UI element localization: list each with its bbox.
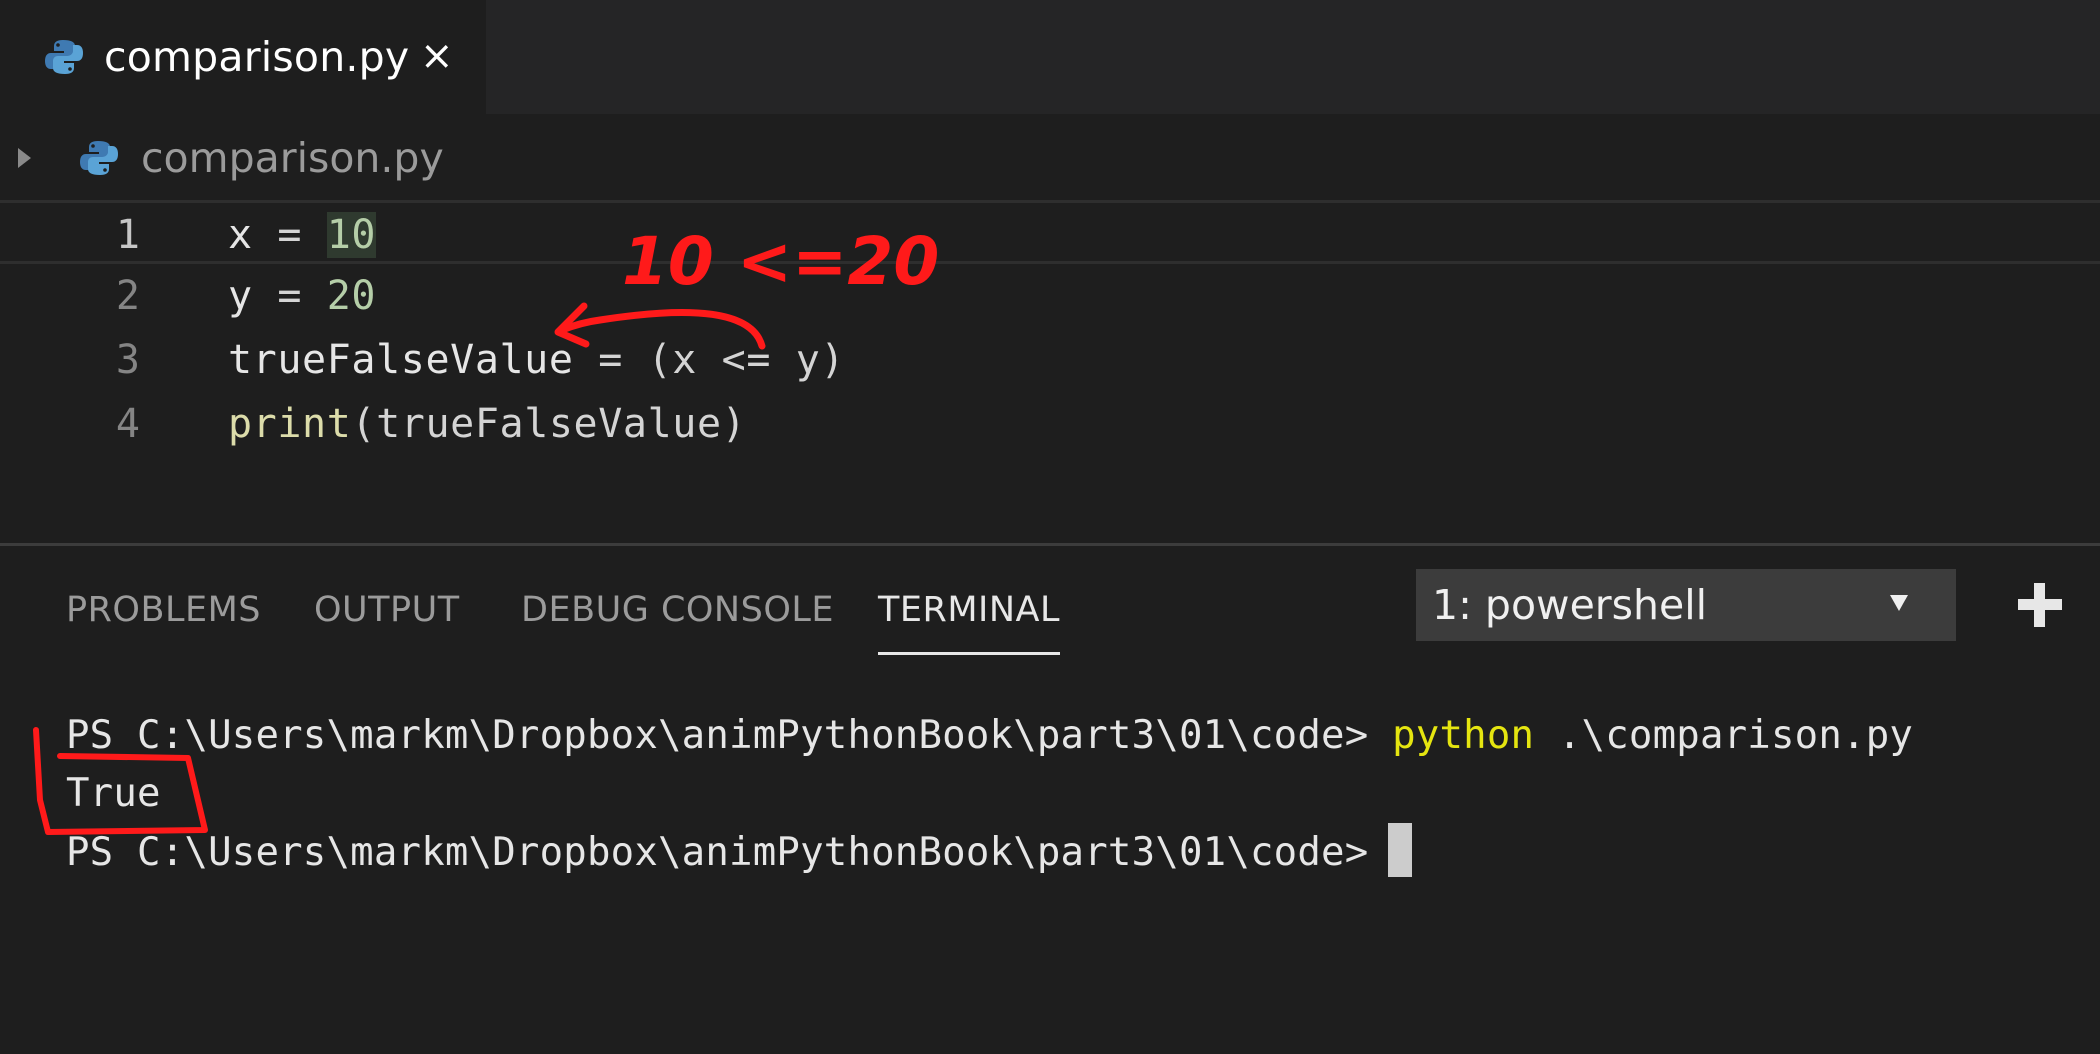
code-token-expression: = (x <= y) [573, 337, 846, 383]
chevron-down-icon[interactable] [1890, 595, 1908, 611]
code-token-operator: = [252, 212, 327, 258]
line-number: 2 [115, 273, 140, 319]
code-token-operator: = [252, 273, 327, 319]
terminal-output: True [66, 771, 161, 816]
tab-comparison-py[interactable]: comparison.py × [0, 0, 486, 114]
line-number: 1 [115, 212, 140, 258]
code-text[interactable]: x = 10 [228, 203, 377, 267]
code-line-3[interactable]: 3 trueFalseValue = (x <= y) [0, 328, 2100, 392]
tab-debug-console[interactable]: DEBUG CONSOLE [521, 580, 834, 640]
code-token-variable: x [228, 212, 253, 258]
breadcrumb[interactable]: comparison.py [0, 128, 444, 188]
terminal-selector-value: 1: powershell [1432, 581, 1708, 629]
close-icon[interactable]: × [420, 32, 454, 80]
code-line-1[interactable]: 1 x = 10 [0, 200, 2100, 264]
tab-label: comparison.py [104, 33, 410, 81]
terminal-prompt: PS C:\Users\markm\Dropbox\animPythonBook… [66, 713, 1369, 758]
code-token-variable: trueFalseValue [228, 337, 574, 383]
tab-terminal[interactable]: TERMINAL [878, 580, 1060, 655]
code-token-number: 10 [326, 212, 377, 258]
terminal-command-arg: .\comparison.py [1534, 713, 1914, 758]
code-token-function: print [228, 401, 352, 447]
terminal-selector[interactable]: 1: powershell [1416, 569, 1956, 641]
tab-problems[interactable]: PROBLEMS [66, 580, 261, 640]
panel-divider [0, 543, 2100, 546]
chevron-right-icon[interactable] [18, 148, 31, 168]
terminal-cursor [1388, 823, 1413, 877]
code-text[interactable]: trueFalseValue = (x <= y) [228, 328, 845, 392]
code-token-arguments: (trueFalseValue) [351, 401, 747, 447]
line-number: 4 [115, 401, 140, 447]
terminal-line-command: PS C:\Users\markm\Dropbox\animPythonBook… [66, 707, 1913, 765]
code-line-2[interactable]: 2 y = 20 [0, 264, 2100, 328]
line-number: 3 [115, 337, 140, 383]
code-text[interactable]: print(trueFalseValue) [228, 392, 746, 456]
code-line-4[interactable]: 4 print(trueFalseValue) [0, 392, 2100, 456]
code-editor[interactable]: 1 x = 10 2 y = 20 3 trueFalseValue = (x … [0, 200, 2100, 540]
terminal-command: python [1392, 713, 1535, 758]
terminal-line-prompt[interactable]: PS C:\Users\markm\Dropbox\animPythonBook… [66, 823, 1413, 882]
terminal-prompt: PS C:\Users\markm\Dropbox\animPythonBook… [66, 830, 1369, 875]
editor-tab-bar: comparison.py × [0, 0, 2100, 114]
breadcrumb-file-label[interactable]: comparison.py [141, 134, 444, 182]
code-token-number: 20 [326, 273, 377, 319]
new-terminal-plus-icon[interactable] [2018, 583, 2062, 627]
python-icon [80, 141, 118, 175]
code-token-variable: y [228, 273, 253, 319]
code-text[interactable]: y = 20 [228, 264, 376, 328]
tab-output[interactable]: OUTPUT [314, 580, 460, 640]
python-icon [45, 40, 83, 74]
